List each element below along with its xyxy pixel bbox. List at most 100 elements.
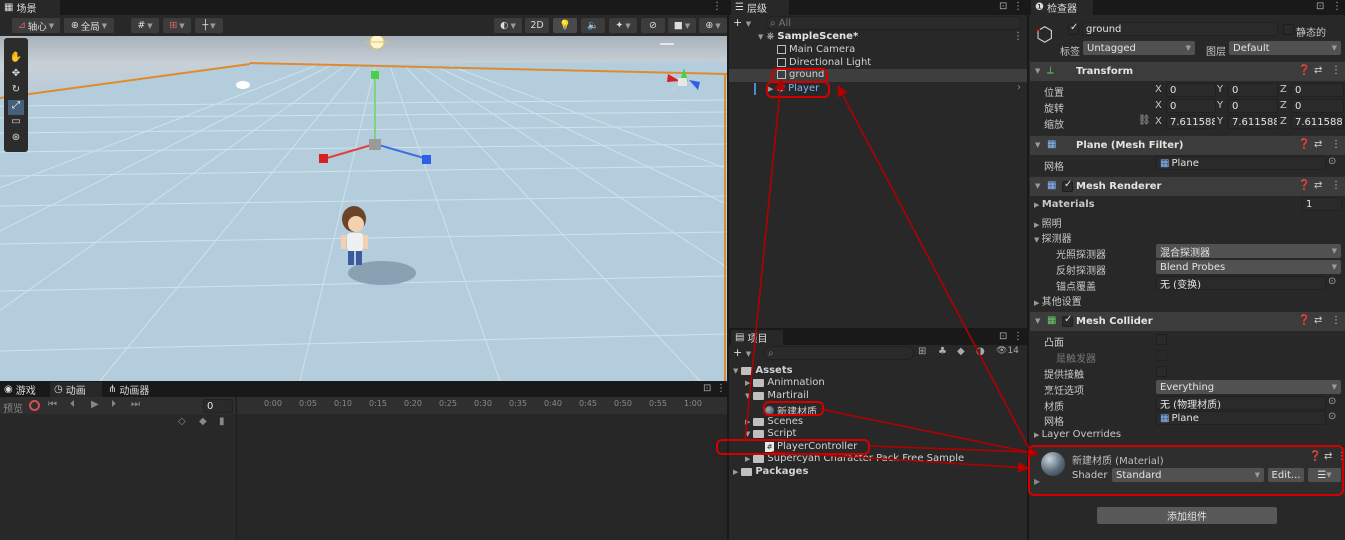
light-probes-dropdown[interactable]: 混合探测器 ▼ bbox=[1156, 244, 1341, 258]
scale-field[interactable]: 7.611588 bbox=[1166, 115, 1216, 129]
axis-label[interactable]: Z bbox=[1280, 100, 1287, 111]
scene-menu-icon[interactable]: ⋮ bbox=[712, 1, 722, 12]
next-keyframe-icon[interactable]: ⏵ bbox=[111, 399, 116, 410]
layer-dropdown[interactable]: Default ▼ bbox=[1229, 41, 1341, 55]
cooking-options-dropdown[interactable]: Everything ▼ bbox=[1156, 380, 1341, 394]
prev-keyframe-icon[interactable]: ⏴ bbox=[70, 399, 75, 410]
hierarchy-item-directional-light[interactable]: Directional Light bbox=[777, 57, 871, 68]
audio-toggle[interactable]: 🔈 bbox=[581, 18, 605, 33]
transform-header[interactable]: ▼ ⟂ Transform ❓ ⇄ ⋮ bbox=[1030, 61, 1345, 81]
mode-2d-toggle[interactable]: 2D bbox=[525, 18, 549, 33]
lighting-toggle[interactable]: 💡 bbox=[553, 18, 577, 33]
mesh-collider-enabled-checkbox[interactable] bbox=[1062, 314, 1073, 327]
position-field[interactable]: 0 bbox=[1291, 83, 1344, 97]
scene-root-item[interactable]: ▼ ⎈ SampleScene* bbox=[758, 31, 858, 42]
animation-lock-icon[interactable]: ⊡ bbox=[703, 383, 711, 394]
tab-project[interactable]: ▤ 项目 bbox=[731, 330, 783, 345]
object-picker-icon[interactable]: ⊙ bbox=[1328, 396, 1336, 407]
provides-contacts-checkbox[interactable] bbox=[1156, 366, 1167, 377]
preset-icon[interactable]: ⇄ bbox=[1314, 65, 1322, 76]
help-icon[interactable]: ❓ bbox=[1298, 139, 1310, 150]
collider-mesh-field[interactable]: ▦ Plane bbox=[1156, 411, 1326, 425]
position-field[interactable]: 0 bbox=[1166, 83, 1216, 97]
type-filter-icon[interactable]: ♣ bbox=[938, 346, 947, 357]
scale-tool-icon[interactable]: ⤢ bbox=[8, 100, 24, 115]
anchor-override-field[interactable]: 无 (变换) bbox=[1156, 276, 1326, 290]
gizmos-dropdown[interactable]: ⊕ ▼ bbox=[699, 18, 727, 33]
mesh-renderer-enabled-checkbox[interactable] bbox=[1062, 179, 1073, 192]
hierarchy-menu-icon[interactable]: ⋮ bbox=[1013, 1, 1023, 12]
play-icon[interactable]: ▶ bbox=[91, 399, 99, 410]
tab-game[interactable]: ◉ 游戏 bbox=[0, 382, 48, 397]
component-menu-icon[interactable]: ⋮ bbox=[1331, 139, 1341, 150]
record-button[interactable] bbox=[29, 400, 40, 411]
materials-count-field[interactable]: 1 bbox=[1302, 197, 1342, 211]
mesh-collider-header[interactable]: ▼▦Mesh Collider❓⇄⋮ bbox=[1030, 311, 1345, 331]
keyframe-area[interactable] bbox=[236, 414, 727, 540]
rotate-tool-icon[interactable]: ↻ bbox=[8, 84, 24, 98]
frame-field[interactable]: 0 bbox=[203, 399, 233, 413]
hierarchy-search-input[interactable]: ⌕ All bbox=[766, 16, 1022, 30]
hierarchy-lock-icon[interactable]: ⊡ bbox=[999, 1, 1007, 12]
scene-viewport[interactable]: ✋ ✥ ↻ ⤢ ▭ ⊛ bbox=[0, 36, 727, 381]
axis-label[interactable]: Y bbox=[1217, 84, 1223, 95]
component-menu-icon[interactable]: ⋮ bbox=[1331, 315, 1341, 326]
component-menu-icon[interactable]: ⋮ bbox=[1331, 180, 1341, 191]
inspector-lock-icon[interactable]: ⊡ bbox=[1316, 1, 1324, 12]
axis-label[interactable]: Y bbox=[1217, 116, 1223, 127]
preset-icon[interactable]: ⇄ bbox=[1314, 315, 1322, 326]
mesh-filter-mesh-field[interactable]: ▦ Plane bbox=[1156, 156, 1326, 170]
global-dropdown[interactable]: ⊕ 全局 ▼ bbox=[64, 18, 114, 33]
pivot-dropdown[interactable]: ⊿ 轴心 ▼ bbox=[12, 18, 60, 33]
axis-label[interactable]: X bbox=[1155, 116, 1162, 127]
effects-dropdown[interactable]: ✦ ▼ bbox=[609, 18, 637, 33]
hidden-objects-toggle[interactable]: ⊘ bbox=[641, 18, 665, 33]
add-event-icon[interactable]: ◆ bbox=[199, 416, 207, 427]
grid-visibility-dropdown[interactable]: ┼ ▼ bbox=[195, 18, 223, 33]
mesh-renderer-header[interactable]: ▼▦Mesh Renderer❓⇄⋮ bbox=[1030, 176, 1345, 196]
rect-tool-icon[interactable]: ▭ bbox=[8, 116, 24, 130]
folder-assets[interactable]: ▼ Assets bbox=[733, 365, 793, 376]
folder-martirail[interactable]: ▼ Martirail bbox=[745, 390, 809, 401]
packages-filter-icon[interactable]: ◑ bbox=[976, 346, 985, 357]
grid-snap-dropdown[interactable]: # ▼ bbox=[131, 18, 159, 33]
camera-dropdown[interactable]: ■ ▼ bbox=[668, 18, 696, 33]
other-settings-foldout[interactable]: ▶ 其他设置 bbox=[1034, 293, 1082, 308]
hand-tool-icon[interactable]: ✋ bbox=[8, 52, 24, 66]
scene-search-icon[interactable]: ⊞ bbox=[918, 346, 926, 357]
move-tool-icon[interactable]: ✥ bbox=[8, 68, 24, 82]
draw-mode-dropdown[interactable]: ◐ ▼ bbox=[494, 18, 522, 33]
hierarchy-item-main-camera[interactable]: Main Camera bbox=[777, 44, 855, 55]
rotation-field[interactable]: 0 bbox=[1166, 99, 1216, 113]
lighting-foldout[interactable]: ▶ 照明 bbox=[1034, 215, 1062, 230]
transform-tool-icon[interactable]: ⊛ bbox=[8, 132, 24, 146]
axis-label[interactable]: Z bbox=[1280, 116, 1287, 127]
scale-field[interactable]: 7.611588 bbox=[1291, 115, 1344, 129]
axis-label[interactable]: X bbox=[1155, 84, 1162, 95]
collider-material-field[interactable]: 无 (物理材质) bbox=[1156, 396, 1326, 410]
object-name-field[interactable]: ground bbox=[1082, 22, 1278, 36]
visibility-count[interactable]: 👁14 bbox=[996, 346, 1019, 356]
project-lock-icon[interactable]: ⊡ bbox=[999, 331, 1007, 342]
add-component-button[interactable]: 添加组件 bbox=[1097, 507, 1277, 524]
component-menu-icon[interactable]: ⋮ bbox=[1331, 65, 1341, 76]
axis-label[interactable]: Y bbox=[1217, 100, 1223, 111]
help-icon[interactable]: ❓ bbox=[1298, 315, 1310, 326]
project-add-button[interactable]: + ▼ bbox=[733, 346, 751, 359]
object-picker-icon[interactable]: ⊙ bbox=[1328, 411, 1336, 422]
preset-icon[interactable]: ⇄ bbox=[1314, 139, 1322, 150]
object-picker-icon[interactable]: ⊙ bbox=[1328, 156, 1336, 167]
animation-menu-icon[interactable]: ⋮ bbox=[716, 383, 726, 394]
layer-overrides-foldout[interactable]: ▶ Layer Overrides bbox=[1034, 429, 1121, 440]
reflection-probes-dropdown[interactable]: Blend Probes ▼ bbox=[1156, 260, 1341, 274]
tab-hierarchy[interactable]: ☰ 层级 bbox=[731, 0, 789, 15]
static-checkbox[interactable] bbox=[1283, 24, 1294, 35]
folder-scenes[interactable]: ▶ Scenes bbox=[745, 416, 803, 427]
inspector-menu-icon[interactable]: ⋮ bbox=[1332, 1, 1342, 12]
project-search-input[interactable]: ⌕ bbox=[764, 346, 914, 360]
probes-foldout[interactable]: ▼ 探测器 bbox=[1034, 230, 1072, 245]
preset-icon[interactable]: ⇄ bbox=[1314, 180, 1322, 191]
axis-label[interactable]: Z bbox=[1280, 84, 1287, 95]
axis-label[interactable]: X bbox=[1155, 100, 1162, 111]
add-keyframe-icon[interactable]: ◇ bbox=[178, 416, 186, 427]
